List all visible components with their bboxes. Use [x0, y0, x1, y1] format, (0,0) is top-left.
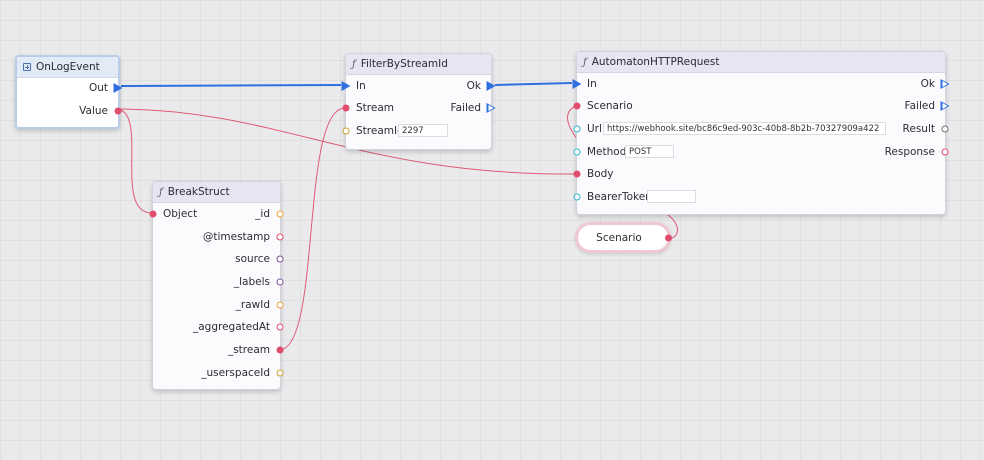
- pin-row-aggregatedat: _aggregatedAt: [153, 318, 284, 336]
- pin-row-object-id: Object _id: [149, 205, 284, 223]
- pin-label: _stream: [227, 344, 270, 356]
- stream-out-pin[interactable]: [276, 346, 284, 354]
- node-title: OnLogEvent: [36, 61, 100, 73]
- wire-stream-stream[interactable]: [278, 107, 346, 351]
- pin-label: @timestamp: [202, 231, 270, 243]
- pin-row-out: Out: [17, 79, 123, 97]
- pin-row-bearertoken: BearerToken: [573, 188, 945, 206]
- node-title: AutomatonHTTPRequest: [591, 56, 720, 68]
- pin-label: In: [356, 80, 366, 92]
- pin-row-url-result: Url https://webhook.site/bc86c9ed-903c-4…: [573, 120, 949, 138]
- pin-row-timestamp: @timestamp: [153, 228, 284, 246]
- pin-label: Response: [884, 146, 935, 158]
- pin-row-userspaceid: _userspaceId: [153, 364, 284, 382]
- exec-ok-pin[interactable]: [940, 79, 950, 89]
- bearertoken-in-pin[interactable]: [573, 193, 581, 201]
- scenario-in-pin[interactable]: [573, 102, 581, 110]
- pin-label: StreamId: [356, 125, 404, 137]
- graph-canvas[interactable]: OnLogEvent Out Value ƒ FilterByStreamId …: [0, 0, 984, 460]
- pin-row-in-ok: In Ok: [572, 75, 950, 93]
- pin-row-method-response: Method POST Response: [573, 143, 949, 161]
- timestamp-out-pin[interactable]: [276, 233, 284, 241]
- rawid-out-pin[interactable]: [276, 301, 284, 309]
- exec-in-pin[interactable]: [572, 79, 582, 89]
- labels-out-pin[interactable]: [276, 278, 284, 286]
- node-title: BreakStruct: [167, 186, 230, 198]
- pin-label: In: [587, 78, 597, 90]
- pin-label: source: [235, 253, 270, 265]
- node-header[interactable]: ƒ FilterByStreamId: [346, 54, 491, 75]
- exec-failed-pin[interactable]: [486, 103, 496, 113]
- exec-wire-onlogevent-filter[interactable]: [120, 84, 342, 87]
- pin-row-labels: _labels: [153, 273, 284, 291]
- exec-failed-pin[interactable]: [940, 101, 950, 111]
- bearertoken-input[interactable]: [647, 190, 696, 203]
- node-onlogevent[interactable]: OnLogEvent Out Value: [15, 55, 123, 129]
- stream-in-pin[interactable]: [342, 104, 350, 112]
- node-breakstruct[interactable]: ƒ BreakStruct Object _id @timestamp sour…: [149, 181, 284, 390]
- wire-value-object[interactable]: [115, 108, 153, 214]
- pin-row-stream-failed: Stream Failed: [342, 99, 496, 117]
- aggregatedat-out-pin[interactable]: [276, 323, 284, 331]
- pin-label: Ok: [920, 78, 935, 90]
- pin-label: _userspaceId: [201, 367, 270, 379]
- url-input[interactable]: https://webhook.site/bc86c9ed-903c-40b8-…: [603, 122, 886, 135]
- streamid-in-pin[interactable]: [342, 127, 350, 135]
- node-filterbystreamid[interactable]: ƒ FilterByStreamId In Ok Stream Failed S…: [341, 53, 496, 150]
- userspaceid-out-pin[interactable]: [276, 369, 284, 377]
- reroute-scenario[interactable]: Scenario: [575, 222, 672, 253]
- pin-label: Ok: [466, 80, 481, 92]
- node-header[interactable]: ƒ BreakStruct: [153, 182, 280, 203]
- pin-label: _aggregatedAt: [192, 321, 270, 333]
- reroute-label: Scenario: [596, 231, 642, 244]
- pin-row-source: source: [153, 250, 284, 268]
- pin-label: _id: [255, 208, 270, 220]
- pin-label: Url: [587, 123, 602, 135]
- pin-row-value: Value: [17, 102, 122, 120]
- pin-label: Method: [587, 146, 627, 158]
- pin-label: Stream: [356, 102, 394, 114]
- pin-label: Value: [79, 105, 108, 117]
- function-icon: ƒ: [583, 56, 587, 68]
- id-out-pin[interactable]: [276, 210, 284, 218]
- pin-label: Failed: [904, 100, 935, 112]
- body-in-pin[interactable]: [573, 170, 581, 178]
- function-icon: ƒ: [159, 186, 163, 198]
- pin-row-in-ok: In Ok: [341, 77, 496, 95]
- url-in-pin[interactable]: [573, 125, 581, 133]
- node-header[interactable]: OnLogEvent: [17, 57, 118, 78]
- pin-label: BearerToken: [587, 191, 652, 203]
- function-icon: ƒ: [352, 58, 356, 70]
- result-out-pin[interactable]: [941, 125, 949, 133]
- reroute-pin[interactable]: [665, 234, 672, 241]
- pin-label: _labels: [233, 276, 270, 288]
- pin-label: Failed: [450, 102, 481, 114]
- exec-in-pin[interactable]: [341, 81, 351, 91]
- streamid-input[interactable]: 2297: [398, 124, 448, 137]
- method-input[interactable]: POST: [625, 145, 674, 158]
- pin-label: Result: [902, 123, 935, 135]
- exec-ok-pin[interactable]: [486, 81, 496, 91]
- pin-row-streamid: StreamId 2297: [342, 122, 491, 140]
- node-header[interactable]: ƒ AutomatonHTTPRequest: [577, 52, 945, 73]
- pin-label: Scenario: [587, 100, 633, 112]
- pin-label: Out: [88, 82, 108, 94]
- exec-wire-filter-http[interactable]: [494, 82, 573, 86]
- node-title: FilterByStreamId: [360, 58, 448, 70]
- response-out-pin[interactable]: [941, 148, 949, 156]
- value-out-pin[interactable]: [114, 107, 122, 115]
- pin-label: Body: [587, 168, 614, 180]
- object-in-pin[interactable]: [149, 210, 157, 218]
- pin-row-scenario-failed: Scenario Failed: [573, 97, 950, 115]
- pin-row-rawid: _rawId: [153, 296, 284, 314]
- source-out-pin[interactable]: [276, 255, 284, 263]
- pin-label: Object: [163, 208, 198, 220]
- pin-label: _rawId: [235, 299, 270, 311]
- pin-row-stream: _stream: [153, 341, 284, 359]
- exec-out-pin[interactable]: [113, 83, 123, 93]
- method-in-pin[interactable]: [573, 148, 581, 156]
- event-icon: [23, 63, 31, 71]
- pin-row-body: Body: [573, 165, 945, 183]
- node-automatonhttprequest[interactable]: ƒ AutomatonHTTPRequest In Ok Scenario Fa…: [572, 51, 950, 215]
